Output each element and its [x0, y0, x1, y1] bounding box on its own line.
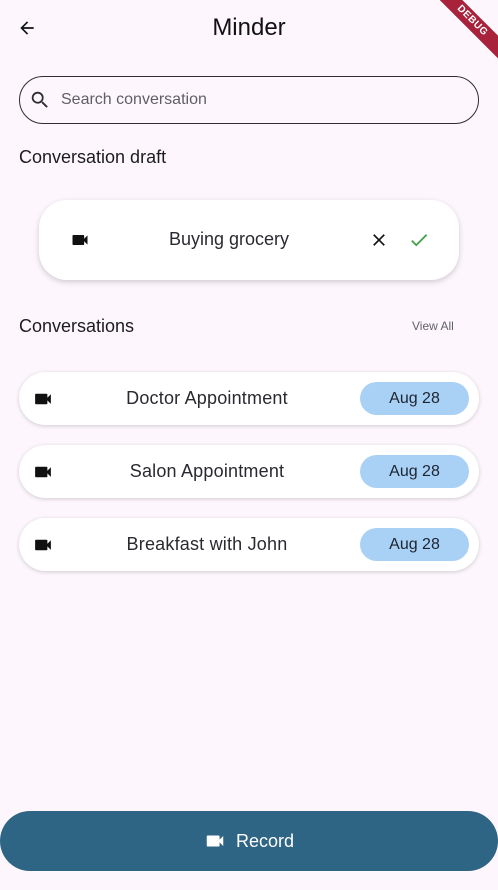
page-title: Minder: [212, 14, 286, 41]
draft-title: Buying grocery: [168, 229, 290, 249]
discard-draft-button[interactable]: [367, 228, 391, 252]
conversation-item[interactable]: Breakfast with John Aug 28: [19, 518, 479, 571]
date-chip: Aug 28: [360, 382, 469, 415]
conversation-item[interactable]: Salon Appointment Aug 28: [19, 445, 479, 498]
search-input[interactable]: [59, 90, 443, 110]
close-icon: [373, 234, 385, 246]
conversation-title: Salon Appointment: [129, 461, 285, 481]
draft-section-title: Conversation draft: [19, 147, 167, 167]
video-camera-icon: [204, 833, 226, 849]
conversation-title: Breakfast with John: [126, 534, 288, 554]
conversation-item[interactable]: Doctor Appointment Aug 28: [19, 372, 479, 425]
check-icon: [411, 234, 428, 247]
record-button[interactable]: Record: [0, 811, 498, 871]
video-camera-icon: [32, 538, 54, 557]
video-camera-icon: [32, 392, 54, 411]
video-camera-icon: [32, 465, 54, 484]
app-bar: Minder DEBUG: [0, 0, 498, 60]
save-draft-button[interactable]: [407, 228, 431, 252]
conversation-title: Doctor Appointment: [126, 388, 288, 408]
record-button-label: Record: [235, 830, 295, 851]
date-chip: Aug 28: [360, 455, 469, 488]
draft-card[interactable]: Buying grocery: [39, 200, 459, 280]
search-field[interactable]: [19, 76, 479, 124]
conversations-section-title: Conversations: [19, 316, 135, 336]
view-all-link[interactable]: View All: [412, 319, 454, 333]
search-icon: [29, 89, 51, 111]
date-chip: Aug 28: [360, 528, 469, 561]
video-camera-icon: [69, 230, 91, 255]
